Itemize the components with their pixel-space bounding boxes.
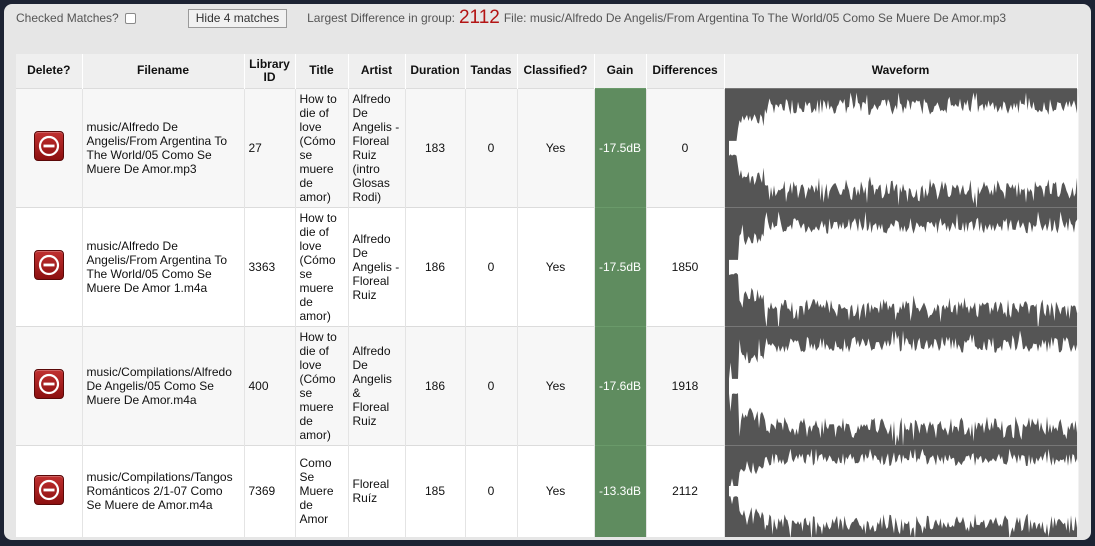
waveform-cell[interactable] (724, 87, 1078, 207)
checked-matches-label: Checked Matches? (16, 11, 119, 25)
gain-cell: -17.5dB (594, 206, 647, 326)
library-id-cell: 3363 (244, 206, 296, 326)
col-differences: Differences (646, 54, 725, 88)
matches-table: Delete? Filename Library ID Title Artist… (16, 54, 1078, 537)
col-delete: Delete? (16, 54, 83, 88)
artist-cell: Alfredo De Angelis - Floreal Ruiz (348, 206, 406, 326)
artist-cell: Floreal Ruíz (348, 444, 406, 537)
artist-cell: Alfredo De Angelis - Floreal Ruiz (intro… (348, 87, 406, 207)
col-classified: Classified? (517, 54, 595, 88)
duration-cell: 185 (405, 444, 466, 537)
table-row: music/Alfredo De Angelis/From Argentina … (16, 206, 1078, 326)
library-id-cell: 400 (244, 325, 296, 445)
waveform-image (728, 211, 1078, 326)
duration-cell: 183 (405, 87, 466, 207)
filename-cell: music/Compilations/Tangos Románticos 2/1… (82, 444, 245, 537)
differences-cell: 0 (646, 87, 725, 207)
filename-cell: music/Alfredo De Angelis/From Argentina … (82, 206, 245, 326)
library-id-cell: 7369 (244, 444, 296, 537)
minus-circle-icon (38, 373, 59, 395)
largest-difference-label: Largest Difference in group: (307, 11, 455, 25)
minus-circle-icon (38, 479, 59, 500)
title-cell: How to die of love (Cómo se muere de amo… (295, 87, 349, 207)
tandas-cell: 0 (465, 444, 518, 537)
duration-cell: 186 (405, 325, 466, 445)
table-row: music/Compilations/Alfredo De Angelis/05… (16, 325, 1078, 445)
col-tandas: Tandas (465, 54, 518, 88)
col-library-id: Library ID (244, 54, 296, 88)
gain-cell: -13.3dB (594, 444, 647, 537)
classified-cell: Yes (517, 444, 595, 537)
filename-cell: music/Alfredo De Angelis/From Argentina … (82, 87, 245, 207)
title-cell: Como Se Muere de Amor (295, 444, 349, 537)
tandas-cell: 0 (465, 206, 518, 326)
classified-cell: Yes (517, 206, 595, 326)
table-row: music/Alfredo De Angelis/From Argentina … (16, 87, 1078, 207)
group-toolbar: Checked Matches? Hide 4 matches Largest … (4, 4, 1091, 32)
artist-cell: Alfredo De Angelis & Floreal Ruiz (348, 325, 406, 445)
minus-circle-icon (38, 254, 59, 276)
classified-cell: Yes (517, 325, 595, 445)
classified-cell: Yes (517, 87, 595, 207)
waveform-image (728, 330, 1078, 445)
hide-matches-button[interactable]: Hide 4 matches (187, 8, 288, 28)
table-header: Delete? Filename Library ID Title Artist… (16, 54, 1078, 88)
differences-cell: 1850 (646, 206, 725, 326)
title-cell: How to die of love (Cómo se muere de amo… (295, 325, 349, 445)
filename-cell: music/Compilations/Alfredo De Angelis/05… (82, 325, 245, 445)
col-filename: Filename (82, 54, 245, 88)
duration-cell: 186 (405, 206, 466, 326)
col-artist: Artist (348, 54, 406, 88)
delete-cell (16, 87, 83, 207)
tandas-cell: 0 (465, 87, 518, 207)
col-title: Title (295, 54, 349, 88)
col-duration: Duration (405, 54, 466, 88)
waveform-cell[interactable] (724, 444, 1078, 537)
title-cell: How to die of love (Cómo se muere de amo… (295, 206, 349, 326)
delete-button[interactable] (33, 250, 64, 280)
differences-cell: 2112 (646, 444, 725, 537)
tandas-cell: 0 (465, 325, 518, 445)
delete-cell (16, 444, 83, 537)
delete-button[interactable] (33, 369, 64, 399)
differences-cell: 1918 (646, 325, 725, 445)
library-id-cell: 27 (244, 87, 296, 207)
duplicates-panel: Checked Matches? Hide 4 matches Largest … (4, 4, 1091, 540)
delete-button[interactable] (33, 131, 64, 161)
largest-difference-value: 2112 (458, 7, 500, 28)
waveform-cell[interactable] (724, 206, 1078, 326)
table-row: music/Compilations/Tangos Románticos 2/1… (16, 444, 1078, 537)
gain-cell: -17.5dB (594, 87, 647, 207)
delete-cell (16, 206, 83, 326)
delete-cell (16, 325, 83, 445)
waveform-cell[interactable] (724, 325, 1078, 445)
checked-matches-checkbox[interactable] (124, 12, 136, 24)
delete-button[interactable] (33, 474, 64, 505)
col-waveform: Waveform (724, 54, 1078, 88)
group-file-path: File: music/Alfredo De Angelis/From Arge… (503, 11, 1007, 25)
col-gain: Gain (594, 54, 647, 88)
minus-circle-icon (38, 135, 59, 157)
waveform-image (728, 448, 1078, 537)
gain-cell: -17.6dB (594, 325, 647, 445)
waveform-image (728, 92, 1078, 207)
